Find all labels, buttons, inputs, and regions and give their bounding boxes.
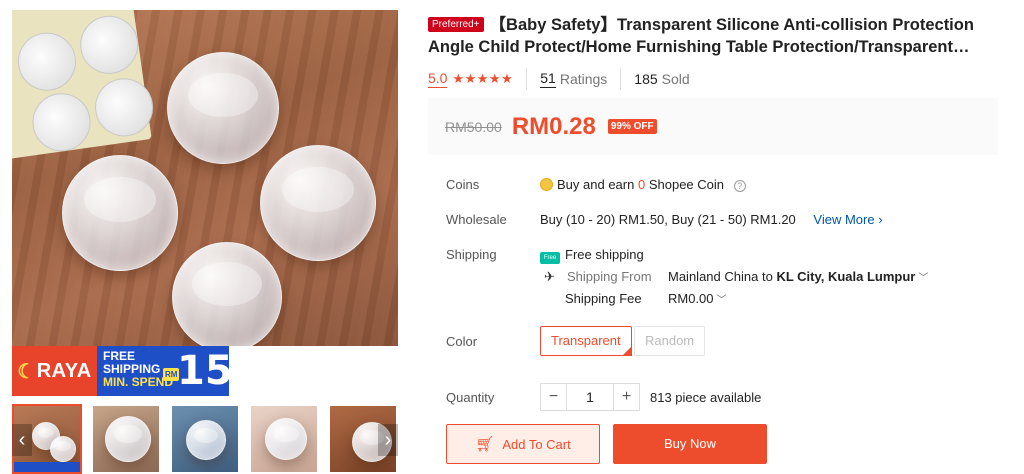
original-price: RM50.00 — [445, 118, 502, 135]
divider — [620, 68, 622, 90]
buy-now-button[interactable]: Buy Now — [613, 424, 767, 464]
quantity-label: Quantity — [446, 390, 495, 405]
color-label: Color — [446, 334, 478, 349]
wholesale-label: Wholesale — [446, 212, 507, 227]
variant-option-transparent[interactable]: Transparent — [540, 326, 632, 356]
shipping-from-value[interactable]: Mainland China to KL City, Kuala Lumpur ﹀ — [668, 269, 928, 284]
crescent-icon: ☾ — [17, 360, 36, 383]
thumbnail-strip — [12, 404, 398, 474]
wholesale-value: Buy (10 - 20) RM1.50, Buy (21 - 50) RM1.… — [540, 212, 883, 227]
quantity-increase-button[interactable]: + — [613, 383, 640, 411]
corner-guard — [62, 155, 178, 271]
help-icon[interactable]: ? — [733, 180, 746, 192]
sticker-dot — [14, 28, 80, 95]
sold-count: 185 — [634, 71, 658, 87]
ratings-row: 5.0 ★★★★★ 51 Ratings 185 Sold — [428, 68, 690, 90]
shipping-fee-label: Shipping Fee — [565, 291, 642, 306]
coin-icon — [540, 178, 553, 191]
thumbnail[interactable] — [249, 404, 319, 474]
promo-amount: 15 — [177, 348, 233, 394]
shipping-label: Shipping — [446, 247, 497, 262]
main-product-image[interactable]: ☾ RAYA FREE SHIPPING MIN. SPEND RM 15 — [12, 10, 398, 396]
quantity-decrease-button[interactable]: − — [540, 383, 567, 411]
view-more-link[interactable]: View More › — [813, 212, 882, 227]
discount-badge: 99% OFF — [607, 119, 657, 134]
adhesive-sticker-sheet — [12, 10, 157, 160]
sticker-dot — [76, 12, 142, 78]
chevron-right-icon: › — [878, 212, 883, 227]
raya-text: RAYA — [36, 359, 92, 382]
free-shipping-promo: FREE SHIPPING MIN. SPEND RM 15 — [97, 346, 233, 396]
add-to-cart-button[interactable]: 🛒︎ Add To Cart — [446, 424, 600, 464]
corner-guard — [167, 52, 279, 164]
cart-icon: 🛒︎ — [475, 436, 495, 453]
shipping-from-label: Shipping From — [567, 269, 652, 284]
coins-value: Buy and earn 0 Shopee Coin ? — [540, 177, 746, 192]
quantity-input[interactable]: 1 — [567, 383, 613, 411]
destination-text: KL City, Kuala Lumpur — [776, 269, 916, 284]
ratings-label: Ratings — [559, 71, 608, 87]
raya-logo: ☾ RAYA — [12, 346, 97, 396]
sold-label: Sold — [661, 71, 690, 87]
coins-text-before: Buy and earn — [557, 177, 635, 192]
plane-icon: ✈ — [544, 269, 555, 284]
to-word: to — [761, 269, 773, 284]
thumbnail-prev-button[interactable]: ‹ — [12, 424, 32, 456]
coins-amount: 0 — [637, 177, 646, 192]
corner-guard — [172, 242, 282, 352]
thumbnail-next-button[interactable]: › — [378, 424, 398, 456]
shipping-from-row: ✈ Shipping From — [544, 269, 652, 285]
shipping-fee-value[interactable]: RM0.00 ﹀ — [668, 291, 727, 306]
coins-text-after: Shopee Coin — [648, 177, 724, 192]
shipping-fee-text: RM0.00 — [668, 291, 714, 306]
current-price: RM0.28 — [511, 112, 596, 140]
variant-option-random[interactable]: Random — [634, 326, 706, 356]
ratings-count[interactable]: 51 — [540, 70, 556, 88]
product-title-block: Preferred+ 【Baby Safety】Transparent Silic… — [428, 14, 988, 58]
promo-banner: ☾ RAYA FREE SHIPPING MIN. SPEND RM 15 — [12, 346, 398, 396]
quantity-stepper: − 1 + — [540, 383, 640, 411]
origin-text: Mainland China — [668, 269, 759, 284]
stock-available: 813 piece available — [650, 390, 762, 405]
thumbnail[interactable] — [91, 404, 161, 474]
wholesale-text: Buy (10 - 20) RM1.50, Buy (21 - 50) RM1.… — [540, 212, 796, 227]
product-title: 【Baby Safety】Transparent Silicone Anti-c… — [428, 16, 974, 56]
rating-score[interactable]: 5.0 — [428, 70, 448, 88]
divider — [526, 68, 528, 90]
coins-label: Coins — [446, 177, 480, 192]
corner-guard — [260, 145, 376, 261]
chevron-down-icon: ﹀ — [716, 295, 727, 306]
star-rating-icon: ★★★★★ — [452, 71, 514, 86]
sticker-dot — [28, 89, 95, 155]
thumbnail[interactable] — [170, 404, 240, 474]
free-shipping-icon: Free — [540, 252, 560, 264]
chevron-down-icon: ﹀ — [918, 273, 929, 284]
free-shipping-text: Free shipping — [565, 247, 644, 262]
preferred-badge: Preferred+ — [428, 17, 484, 32]
add-to-cart-label: Add To Cart — [502, 436, 571, 452]
free-shipping-row: Free Free shipping — [540, 247, 644, 264]
price-box: RM50.00 RM0.28 99% OFF — [428, 98, 998, 155]
